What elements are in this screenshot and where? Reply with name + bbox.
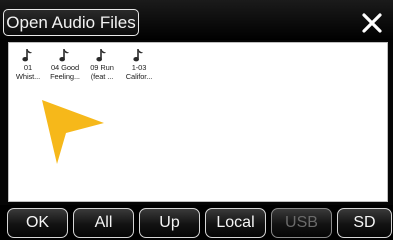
file-name-line2: Califor... — [125, 72, 153, 81]
file-item[interactable]: 04 Good Feeling... — [48, 47, 82, 81]
file-name-line2: (feat ... — [90, 72, 114, 81]
file-item[interactable]: 01 Whist... — [11, 47, 45, 81]
music-note-icon — [59, 49, 69, 62]
file-item[interactable]: 1-03 Califor... — [122, 47, 156, 81]
music-note-icon — [96, 49, 106, 62]
file-item[interactable]: 09 Run (feat ... — [85, 47, 119, 81]
music-note-icon — [22, 49, 32, 62]
file-name-line1: 1-03 — [131, 63, 147, 72]
sd-button[interactable]: SD — [337, 208, 392, 238]
cursor-arrow-icon — [42, 100, 104, 164]
window-title: Open Audio Files — [3, 9, 139, 36]
local-button[interactable]: Local — [205, 208, 266, 238]
all-button[interactable]: All — [73, 208, 134, 238]
music-note-icon — [133, 49, 143, 62]
bottom-toolbar: OK All Up Local USB SD — [0, 205, 393, 240]
usb-button[interactable]: USB — [271, 208, 332, 238]
title-bar: Open Audio Files — [0, 0, 393, 40]
close-icon — [362, 13, 382, 33]
file-name-line1: 09 Run — [90, 63, 114, 72]
file-name-line1: 01 — [23, 63, 33, 72]
file-list[interactable]: 01 Whist... 04 Good Feeling... 09 Run (f… — [8, 42, 388, 202]
file-name-line1: 04 Good — [50, 63, 80, 72]
up-button[interactable]: Up — [139, 208, 200, 238]
close-button[interactable] — [359, 10, 385, 36]
ok-button[interactable]: OK — [7, 208, 68, 238]
file-name-line2: Whist... — [15, 72, 41, 81]
file-name-line2: Feeling... — [50, 72, 80, 81]
